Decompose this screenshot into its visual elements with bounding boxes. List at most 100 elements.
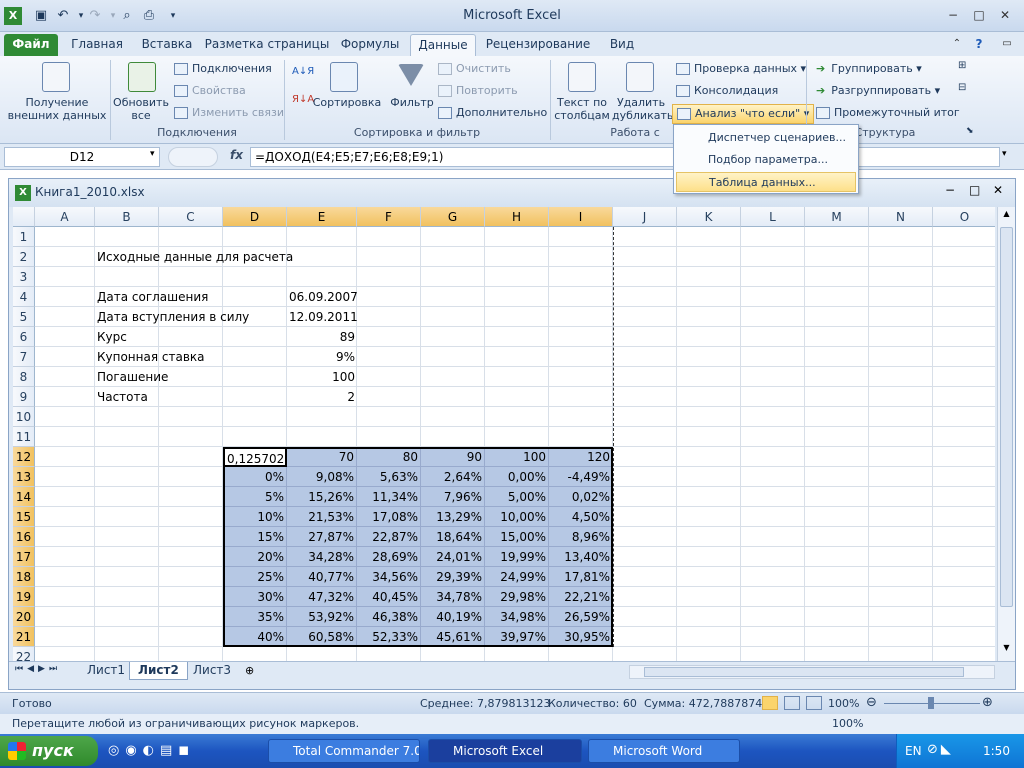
grid-cell[interactable] bbox=[741, 247, 805, 267]
row-header[interactable]: 9 bbox=[13, 387, 35, 407]
grid-cell[interactable] bbox=[741, 367, 805, 387]
grid-cell[interactable] bbox=[677, 227, 741, 247]
column-header[interactable]: O bbox=[933, 207, 995, 227]
data-table-row-header[interactable]: 40% bbox=[223, 627, 287, 647]
tab-review[interactable]: Рецензирование bbox=[482, 34, 594, 56]
sheet-cell-e4[interactable]: 06.09.2007 bbox=[287, 287, 358, 307]
grid-cell[interactable] bbox=[933, 427, 995, 447]
data-table-cell[interactable]: 29,39% bbox=[421, 567, 485, 587]
row-header[interactable]: 6 bbox=[13, 327, 35, 347]
grid-cell[interactable] bbox=[159, 527, 223, 547]
grid-cell[interactable] bbox=[933, 387, 995, 407]
grid-cell[interactable] bbox=[741, 467, 805, 487]
grid-cell[interactable] bbox=[933, 587, 995, 607]
row-header[interactable]: 13 bbox=[13, 467, 35, 487]
grid-cell[interactable] bbox=[159, 487, 223, 507]
column-header[interactable]: N bbox=[869, 207, 933, 227]
grid-cell[interactable] bbox=[869, 587, 933, 607]
grid-cell[interactable] bbox=[741, 387, 805, 407]
data-table-cell[interactable]: 8,96% bbox=[549, 527, 613, 547]
grid-cell[interactable] bbox=[549, 267, 613, 287]
grid-cell[interactable] bbox=[159, 227, 223, 247]
row-header[interactable]: 20 bbox=[13, 607, 35, 627]
grid-cell[interactable] bbox=[869, 567, 933, 587]
data-table-col-header[interactable]: 80 bbox=[357, 447, 421, 467]
grid-cell[interactable] bbox=[677, 507, 741, 527]
grid-cell[interactable] bbox=[287, 267, 357, 287]
row-header[interactable]: 4 bbox=[13, 287, 35, 307]
row-header[interactable]: 14 bbox=[13, 487, 35, 507]
row-header[interactable]: 18 bbox=[13, 567, 35, 587]
grid-cell[interactable] bbox=[95, 527, 159, 547]
grid-cell[interactable] bbox=[933, 267, 995, 287]
workbook-minimize-button[interactable]: − bbox=[945, 183, 955, 197]
row-header[interactable]: 7 bbox=[13, 347, 35, 367]
grid-cell[interactable] bbox=[35, 487, 95, 507]
tab-formulas[interactable]: Формулы bbox=[334, 34, 406, 56]
grid-cell[interactable] bbox=[741, 227, 805, 247]
grid-cell[interactable] bbox=[357, 647, 421, 661]
grid-cell[interactable] bbox=[805, 447, 869, 467]
grid-cell[interactable] bbox=[741, 607, 805, 627]
taskbar-excel[interactable]: Microsoft Excel bbox=[428, 739, 582, 763]
scenario-manager-item[interactable]: Диспетчер сценариев... bbox=[676, 128, 856, 148]
grid-cell[interactable] bbox=[357, 227, 421, 247]
column-header[interactable]: L bbox=[741, 207, 805, 227]
grid-cell[interactable] bbox=[95, 547, 159, 567]
row-header[interactable]: 19 bbox=[13, 587, 35, 607]
maximize-button[interactable]: □ bbox=[966, 6, 992, 24]
grid-cell[interactable] bbox=[933, 507, 995, 527]
grid-cell[interactable] bbox=[805, 467, 869, 487]
tab-page-layout[interactable]: Разметка страницы bbox=[204, 34, 330, 56]
grid-cell[interactable] bbox=[741, 507, 805, 527]
row-header[interactable]: 10 bbox=[13, 407, 35, 427]
grid-cell[interactable] bbox=[95, 647, 159, 661]
grid-cell[interactable] bbox=[223, 227, 287, 247]
grid-cell[interactable] bbox=[805, 287, 869, 307]
sheet-nav-icons[interactable]: ⏮◀▶⏭ bbox=[15, 664, 61, 674]
column-header[interactable]: J bbox=[613, 207, 677, 227]
sort-button[interactable]: Сортировка bbox=[312, 96, 382, 109]
grid-cell[interactable] bbox=[159, 587, 223, 607]
column-header[interactable]: I bbox=[549, 207, 613, 227]
grid-cell[interactable] bbox=[485, 407, 549, 427]
data-table-cell[interactable]: 30,95% bbox=[549, 627, 613, 647]
sheet-cell-b9[interactable]: Частота bbox=[95, 387, 159, 407]
grid-cell[interactable] bbox=[869, 647, 933, 661]
grid-cell[interactable] bbox=[485, 307, 549, 327]
grid-cell[interactable] bbox=[933, 467, 995, 487]
data-table-cell[interactable]: 34,98% bbox=[485, 607, 549, 627]
grid-cell[interactable] bbox=[869, 387, 933, 407]
grid-cell[interactable] bbox=[741, 427, 805, 447]
grid-cell[interactable] bbox=[805, 347, 869, 367]
sort-za-button[interactable]: Я↓А bbox=[292, 94, 314, 105]
grid-cell[interactable] bbox=[35, 227, 95, 247]
grid-cell[interactable] bbox=[95, 447, 159, 467]
grid-cell[interactable] bbox=[613, 567, 677, 587]
grid-cell[interactable] bbox=[549, 287, 613, 307]
name-box[interactable]: D12 bbox=[4, 147, 160, 167]
grid-cell[interactable] bbox=[159, 387, 223, 407]
workbook-close-button[interactable]: ✕ bbox=[993, 183, 1003, 197]
tab-file[interactable]: Файл bbox=[4, 34, 58, 56]
active-cell-d12[interactable]: 0,125702 bbox=[223, 447, 287, 467]
grid-cell[interactable] bbox=[35, 547, 95, 567]
grid-cell[interactable] bbox=[485, 247, 549, 267]
sheet-tab-2[interactable]: Лист2 bbox=[129, 662, 188, 680]
grid-cell[interactable] bbox=[933, 407, 995, 427]
grid-cell[interactable] bbox=[95, 567, 159, 587]
grid-cell[interactable] bbox=[933, 367, 995, 387]
tray-icons[interactable]: ⊘◣ bbox=[927, 742, 954, 757]
h-scroll-thumb[interactable] bbox=[644, 667, 964, 677]
grid-cell[interactable] bbox=[677, 287, 741, 307]
grid-cell[interactable] bbox=[421, 367, 485, 387]
tab-home[interactable]: Главная bbox=[64, 34, 130, 56]
grid-cell[interactable] bbox=[159, 567, 223, 587]
data-table-cell[interactable]: 26,59% bbox=[549, 607, 613, 627]
grid-cell[interactable] bbox=[933, 347, 995, 367]
data-table-cell[interactable]: 29,98% bbox=[485, 587, 549, 607]
grid-cell[interactable] bbox=[613, 287, 677, 307]
column-header[interactable]: G bbox=[421, 207, 485, 227]
grid-cell[interactable] bbox=[223, 267, 287, 287]
grid-cell[interactable] bbox=[805, 407, 869, 427]
